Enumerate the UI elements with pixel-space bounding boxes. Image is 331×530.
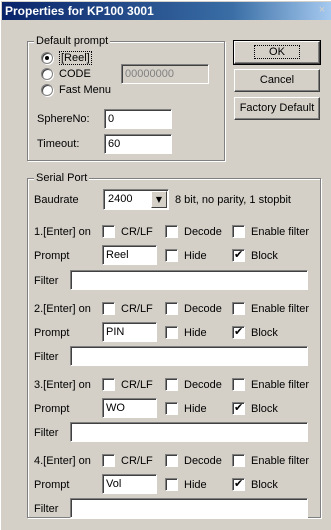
baudrate-select[interactable]: 2400 ▼: [103, 189, 169, 210]
entry-1-hide-label[interactable]: Hide: [184, 250, 207, 263]
entry-2-prompt-input[interactable]: PIN: [102, 322, 157, 342]
entry-4-crlf-label[interactable]: CR/LF: [121, 455, 153, 468]
entry-4-filter-label: Filter: [34, 503, 59, 515]
entry-1-prompt-label: Prompt: [34, 250, 70, 262]
radio-code[interactable]: [41, 68, 53, 80]
entry-4-prompt-label: Prompt: [34, 479, 70, 491]
entry-1-crlf-checkbox[interactable]: [102, 225, 115, 238]
entry-3-crlf-checkbox[interactable]: [102, 378, 115, 391]
entry-4-block-label[interactable]: Block: [251, 479, 278, 492]
entry-2-on-label: 2.[Enter] on: [34, 303, 91, 315]
entry-4-on-label: 4.[Enter] on: [34, 455, 91, 467]
entry-1-decode-checkbox[interactable]: [165, 225, 178, 238]
entry-2-crlf-checkbox[interactable]: [102, 302, 115, 315]
entry-3-prompt-input[interactable]: WO: [102, 398, 157, 418]
radio-reel-label[interactable]: [Reel]: [59, 51, 92, 65]
title-bar[interactable]: Properties for KP100 3001 ×: [2, 2, 331, 20]
entry-4-decode-checkbox[interactable]: [165, 454, 178, 467]
entry-4-crlf-checkbox[interactable]: [102, 454, 115, 467]
radio-fast-menu[interactable]: [41, 84, 53, 96]
sphere-input[interactable]: 0: [104, 109, 172, 129]
entry-2-hide-checkbox[interactable]: [165, 326, 178, 339]
entry-3-on-label: 3.[Enter] on: [34, 379, 91, 391]
entry-1-prompt-input[interactable]: Reel: [102, 245, 157, 265]
window-title: Properties for KP100 3001: [5, 4, 154, 18]
default-prompt-label: Default prompt: [34, 35, 111, 47]
entry-1-filter-label: Filter: [34, 275, 59, 287]
baudrate-label: Baudrate: [34, 194, 79, 206]
entry-3-filter-input[interactable]: [70, 422, 308, 442]
entry-1-on-label: 1.[Enter] on: [34, 226, 91, 238]
chevron-down-icon[interactable]: ▼: [151, 191, 167, 208]
entry-3-hide-checkbox[interactable]: [165, 402, 178, 415]
entry-4-hide-label[interactable]: Hide: [184, 479, 207, 492]
entry-1-decode-label[interactable]: Decode: [184, 226, 222, 239]
cancel-button[interactable]: Cancel: [234, 69, 320, 92]
code-field: 00000000: [121, 64, 209, 84]
entry-2-decode-label[interactable]: Decode: [184, 303, 222, 316]
entry-3-enable-filter-label[interactable]: Enable filter: [251, 379, 309, 392]
ok-button[interactable]: OK: [233, 40, 321, 65]
entry-3-hide-label[interactable]: Hide: [184, 403, 207, 416]
entry-2-enable-filter-label[interactable]: Enable filter: [251, 303, 309, 316]
entry-4-prompt-input[interactable]: Vol: [102, 474, 157, 494]
entry-3-decode-label[interactable]: Decode: [184, 379, 222, 392]
entry-3-decode-checkbox[interactable]: [165, 378, 178, 391]
serial-port-label: Serial Port: [34, 172, 90, 184]
entry-4-filter-input[interactable]: [70, 498, 308, 518]
entry-3-filter-label: Filter: [34, 427, 59, 439]
entry-2-prompt-label: Prompt: [34, 327, 70, 339]
entry-4-decode-label[interactable]: Decode: [184, 455, 222, 468]
entry-2-crlf-label[interactable]: CR/LF: [121, 303, 153, 316]
radio-code-label[interactable]: CODE: [59, 68, 91, 81]
baudrate-info: 8 bit, no parity, 1 stopbit: [175, 194, 291, 206]
entry-4-enable-filter-label[interactable]: Enable filter: [251, 455, 309, 468]
entry-1-enable-filter-label[interactable]: Enable filter: [251, 226, 309, 239]
entry-2-filter-input[interactable]: [70, 346, 308, 366]
entry-4-hide-checkbox[interactable]: [165, 478, 178, 491]
entry-4-enable-filter-checkbox[interactable]: [232, 454, 245, 467]
entry-4-block-checkbox[interactable]: [232, 477, 245, 491]
timeout-input[interactable]: 60: [104, 134, 172, 154]
radio-fast-menu-label[interactable]: Fast Menu: [59, 84, 111, 97]
entry-2-block-checkbox[interactable]: [232, 325, 245, 339]
entry-2-decode-checkbox[interactable]: [165, 302, 178, 315]
entry-3-enable-filter-checkbox[interactable]: [232, 378, 245, 391]
timeout-label: Timeout:: [37, 138, 80, 150]
entry-1-crlf-label[interactable]: CR/LF: [121, 226, 153, 239]
entry-1-hide-checkbox[interactable]: [165, 249, 178, 262]
entry-2-block-label[interactable]: Block: [251, 327, 278, 340]
radio-reel[interactable]: [41, 52, 53, 64]
sphere-label: SphereNo:: [37, 113, 90, 125]
entry-3-crlf-label[interactable]: CR/LF: [121, 379, 153, 392]
serial-port-group: Serial Port Baudrate 2400 ▼ 8 bit, no pa…: [27, 172, 321, 518]
entry-1-block-label[interactable]: Block: [251, 250, 278, 263]
entry-3-block-checkbox[interactable]: [232, 401, 245, 415]
entry-2-filter-label: Filter: [34, 351, 59, 363]
entry-2-hide-label[interactable]: Hide: [184, 327, 207, 340]
entry-1-filter-input[interactable]: [70, 270, 308, 290]
entry-3-prompt-label: Prompt: [34, 403, 70, 415]
properties-dialog: Properties for KP100 3001 × Default prom…: [0, 0, 331, 530]
baudrate-value: 2400: [108, 193, 133, 205]
entry-3-block-label[interactable]: Block: [251, 403, 278, 416]
close-icon[interactable]: ×: [317, 3, 327, 17]
factory-default-button[interactable]: Factory Default: [234, 97, 320, 120]
entry-1-enable-filter-checkbox[interactable]: [232, 225, 245, 238]
default-prompt-group: Default prompt [Reel] CODE 00000000 Fast…: [27, 35, 225, 161]
entry-2-enable-filter-checkbox[interactable]: [232, 302, 245, 315]
entry-1-block-checkbox[interactable]: [232, 248, 245, 262]
